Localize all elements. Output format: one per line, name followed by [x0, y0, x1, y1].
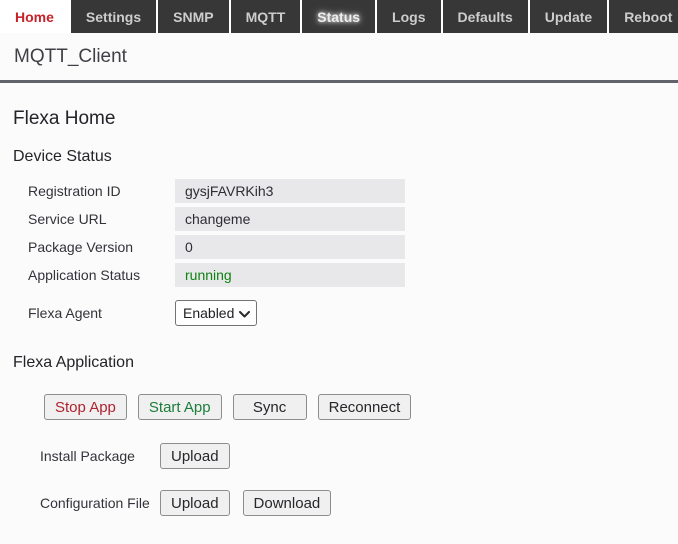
app-title: MQTT_Client — [14, 46, 664, 68]
device-status-section: Device Status Registration ID gysjFAVRKi… — [13, 148, 665, 326]
top-nav: Home Settings SNMP MQTT Status Logs Defa… — [0, 0, 678, 33]
device-status-fields: Registration ID gysjFAVRKih3 Service URL… — [28, 179, 665, 326]
page-title: Flexa Home — [13, 108, 665, 130]
sync-button[interactable]: Sync — [233, 394, 307, 420]
stop-app-button[interactable]: Stop App — [44, 394, 127, 420]
field-row-application-status: Application Status running — [28, 263, 665, 287]
page-header: MQTT_Client — [0, 33, 678, 83]
start-app-button[interactable]: Start App — [138, 394, 222, 420]
main-content: Flexa Home Device Status Registration ID… — [0, 108, 678, 516]
configuration-file-download-button[interactable]: Download — [243, 490, 332, 516]
flexa-application-heading: Flexa Application — [13, 354, 665, 372]
tab-reboot[interactable]: Reboot — [609, 0, 678, 33]
device-status-heading: Device Status — [13, 148, 665, 166]
field-row-service-url: Service URL changeme — [28, 207, 665, 231]
package-version-value: 0 — [175, 235, 405, 259]
field-row-registration-id: Registration ID gysjFAVRKih3 — [28, 179, 665, 203]
flexa-application-section: Flexa Application Stop App Start App Syn… — [13, 354, 665, 516]
install-package-row: Install Package Upload — [40, 443, 665, 469]
tab-settings[interactable]: Settings — [71, 0, 156, 33]
configuration-file-upload-button[interactable]: Upload — [160, 490, 230, 516]
tab-defaults[interactable]: Defaults — [443, 0, 528, 33]
service-url-label: Service URL — [28, 211, 175, 227]
flexa-agent-select[interactable]: Enabled — [175, 300, 257, 326]
tab-home[interactable]: Home — [0, 0, 69, 33]
configuration-file-row: Configuration File Upload Download — [40, 490, 665, 516]
install-package-label: Install Package — [40, 448, 160, 464]
install-package-upload-button[interactable]: Upload — [160, 443, 230, 469]
service-url-value: changeme — [175, 207, 405, 231]
field-row-package-version: Package Version 0 — [28, 235, 665, 259]
flexa-agent-selected-value: Enabled — [183, 305, 234, 321]
registration-id-value: gysjFAVRKih3 — [175, 179, 405, 203]
reconnect-button[interactable]: Reconnect — [318, 394, 412, 420]
registration-id-label: Registration ID — [28, 183, 175, 199]
tab-status[interactable]: Status — [302, 0, 375, 33]
tab-logs[interactable]: Logs — [377, 0, 440, 33]
app-actions-row: Stop App Start App Sync Reconnect — [44, 394, 665, 420]
chevron-down-icon — [234, 305, 250, 321]
package-version-label: Package Version — [28, 239, 175, 255]
tab-snmp[interactable]: SNMP — [158, 0, 228, 33]
configuration-file-label: Configuration File — [40, 495, 160, 511]
application-status-label: Application Status — [28, 267, 175, 283]
flexa-agent-label: Flexa Agent — [28, 305, 175, 321]
application-status-value: running — [175, 263, 405, 287]
tab-update[interactable]: Update — [530, 0, 607, 33]
tab-mqtt[interactable]: MQTT — [231, 0, 301, 33]
field-row-flexa-agent: Flexa Agent Enabled — [28, 300, 665, 326]
